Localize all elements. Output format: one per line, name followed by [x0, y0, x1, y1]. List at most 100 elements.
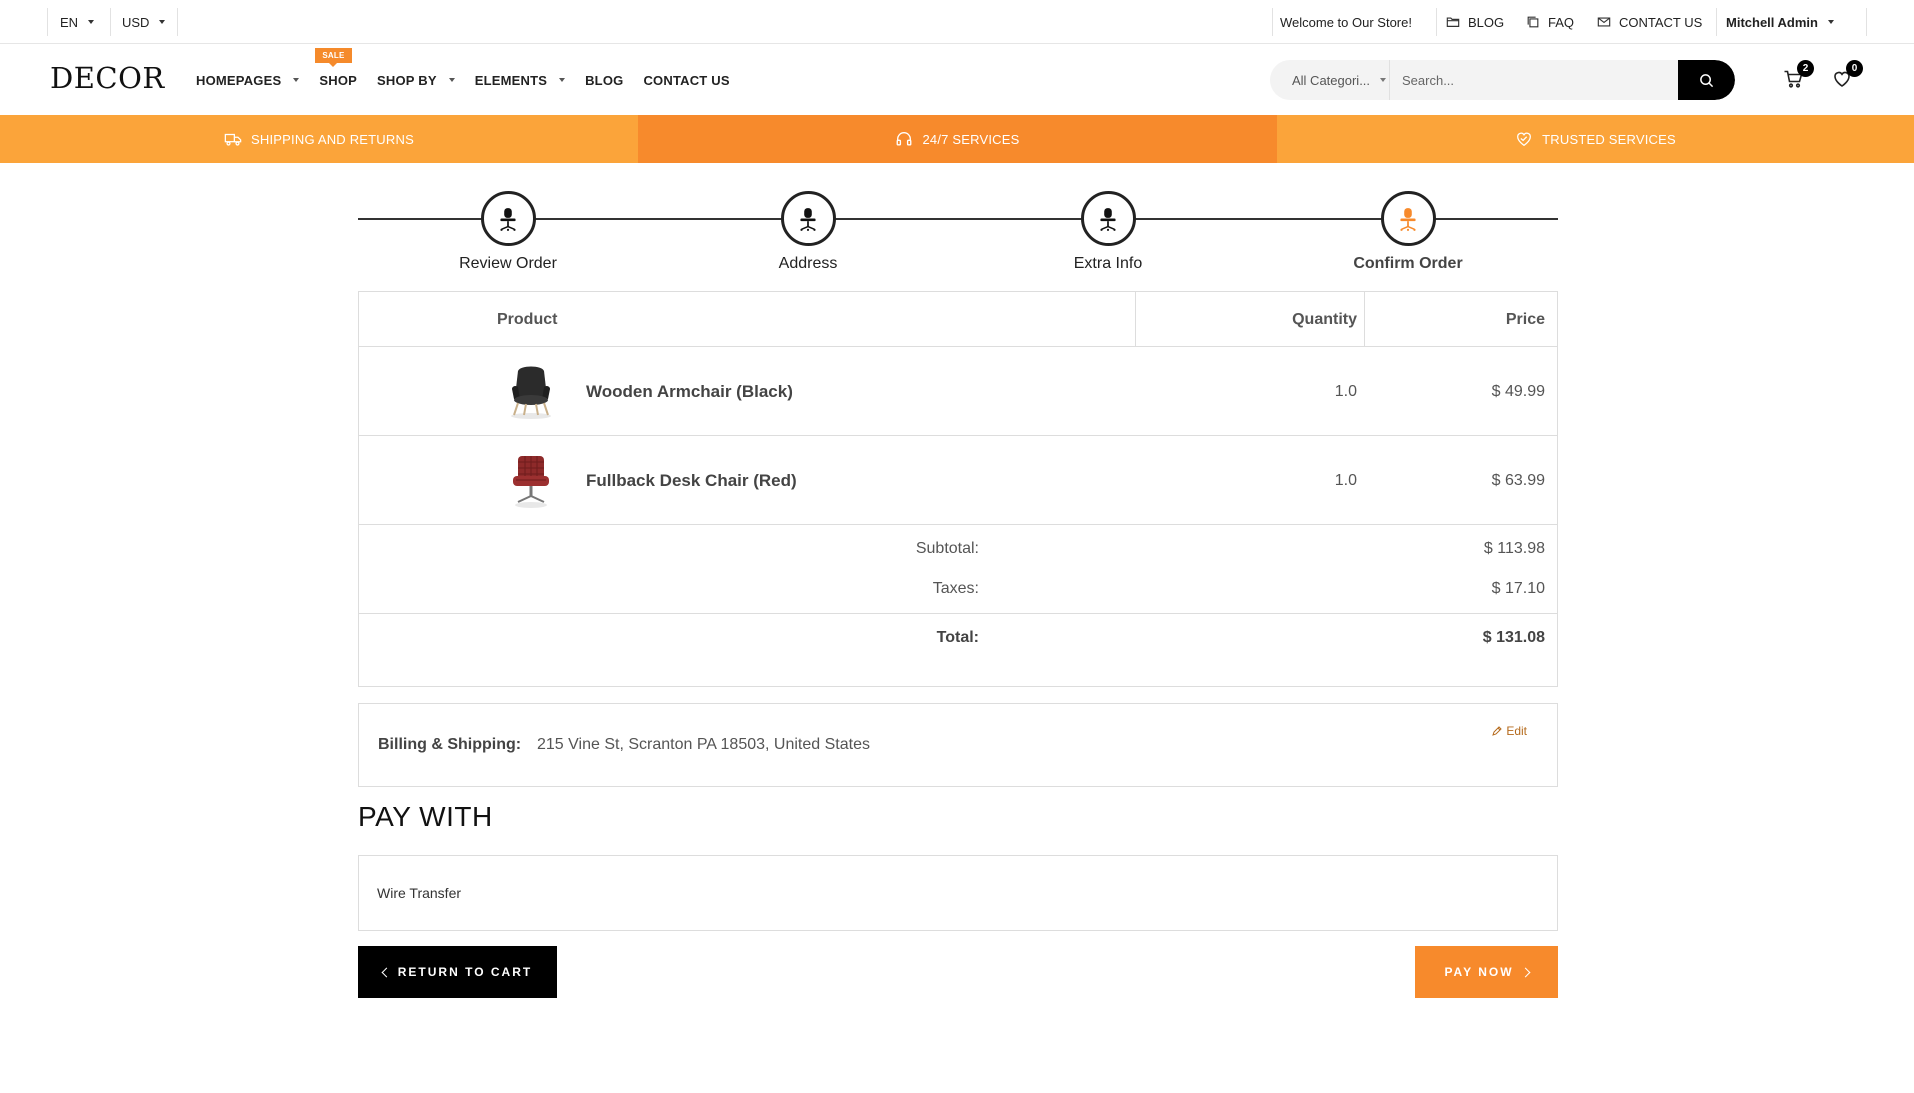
step-circle: [780, 191, 836, 246]
search-bar: All Categori...: [1270, 60, 1735, 100]
search-icon: [1700, 73, 1714, 87]
site-logo[interactable]: DECOR: [50, 61, 165, 95]
sale-badge: SALE: [315, 47, 352, 67]
nav-label: CONTACT US: [643, 72, 730, 88]
pencil-icon: [1492, 726, 1503, 736]
office-chair-icon: [800, 207, 816, 231]
nav-homepages[interactable]: HOMEPAGES: [196, 72, 300, 88]
separator: [1716, 8, 1717, 36]
chevron-left-icon: [381, 967, 392, 977]
promo-services-label: 24/7 SERVICES: [922, 131, 1020, 147]
pay-now-button[interactable]: PAY NOW: [1415, 946, 1558, 998]
nav-label: SHOP BY: [377, 72, 437, 88]
promo-services: 24/7 SERVICES: [638, 115, 1277, 163]
product-name[interactable]: Fullback Desk Chair (Red): [586, 436, 797, 525]
checkout-stepper: Review Order Address Extra Info Confirm …: [358, 188, 1558, 273]
black-armchair-image[interactable]: [504, 363, 558, 421]
edit-address-link[interactable]: Edit: [1491, 724, 1527, 738]
column-divider: [1364, 292, 1365, 347]
chevron-down-icon: [159, 20, 166, 24]
step-label: Confirm Order: [1353, 255, 1463, 272]
chevron-down-icon: [448, 78, 455, 82]
promo-shipping-label: SHIPPING AND RETURNS: [251, 131, 414, 147]
language-label: EN: [60, 14, 79, 30]
total-row: Total: $ 131.08: [359, 613, 1557, 665]
cart-count-badge: 2: [1797, 60, 1814, 77]
product-name[interactable]: Wooden Armchair (Black): [586, 347, 793, 436]
return-to-cart-button[interactable]: RETURN TO CART: [358, 946, 557, 998]
column-header-quantity: Quantity: [1292, 310, 1357, 328]
column-header-price: Price: [1505, 310, 1545, 328]
truck-icon: [224, 133, 242, 146]
column-header-product: Product: [497, 310, 558, 328]
headphones-icon: [897, 132, 912, 146]
nav-contact-us[interactable]: CONTACT US: [643, 73, 729, 88]
faq-link[interactable]: FAQ: [1526, 0, 1574, 44]
nav-label: SHOP: [319, 72, 358, 88]
product-quantity: 1.0: [1334, 471, 1357, 489]
currency-selector[interactable]: USD: [122, 0, 166, 44]
chevron-down-icon: [88, 20, 95, 24]
folder-icon: [1446, 15, 1460, 29]
billing-address: 215 Vine St, Scranton PA 18503, United S…: [537, 736, 870, 753]
category-label: All Categori...: [1292, 72, 1371, 88]
chevron-right-icon: [1520, 967, 1531, 977]
product-price: $ 63.99: [1491, 471, 1545, 489]
product-price: $ 49.99: [1491, 382, 1545, 400]
total-value: $ 131.08: [1482, 629, 1545, 646]
step-circle: [1380, 191, 1436, 246]
step-label: Address: [778, 255, 838, 272]
contact-link-label: CONTACT US: [1619, 14, 1703, 30]
copy-icon: [1526, 15, 1540, 29]
faq-link-label: FAQ: [1548, 14, 1575, 30]
payment-method-label: Wire Transfer: [377, 885, 462, 901]
wishlist-button[interactable]: 0: [1832, 60, 1863, 91]
taxes-row: Taxes: $ 17.10: [359, 565, 1557, 613]
contact-link[interactable]: CONTACT US: [1597, 0, 1702, 44]
user-menu[interactable]: Mitchell Admin: [1726, 0, 1834, 44]
blog-link[interactable]: BLOG: [1446, 0, 1504, 44]
separator: [1272, 8, 1273, 36]
step-circle: [480, 191, 536, 246]
chevron-down-icon: [559, 78, 566, 82]
step-confirm-order[interactable]: Confirm Order: [1308, 188, 1508, 273]
cart-button[interactable]: 2: [1783, 60, 1814, 91]
chevron-down-icon: [293, 78, 300, 82]
table-row: Wooden Armchair (Black) 1.0 $ 49.99: [359, 347, 1557, 436]
step-label: Extra Info: [1073, 255, 1143, 272]
nav-label: BLOG: [585, 72, 624, 88]
user-name: Mitchell Admin: [1726, 14, 1818, 30]
pay-with-heading: PAY WITH: [358, 801, 493, 832]
product-quantity: 1.0: [1334, 382, 1357, 400]
total-label: Total:: [936, 629, 979, 646]
search-input[interactable]: [1390, 60, 1678, 100]
order-summary-table: Product Quantity Price Wooden Armchair (…: [358, 291, 1558, 687]
separator: [47, 8, 48, 36]
language-selector[interactable]: EN: [60, 0, 95, 44]
logo-text: DECOR: [50, 61, 165, 95]
step-address[interactable]: Address: [708, 188, 908, 273]
promo-trusted-label: TRUSTED SERVICES: [1542, 131, 1676, 147]
nav-shop[interactable]: SALE SHOP: [315, 47, 358, 88]
column-divider: [1135, 292, 1136, 347]
blog-link-label: BLOG: [1468, 14, 1505, 30]
search-button[interactable]: [1678, 60, 1735, 100]
nav-label: HOMEPAGES: [196, 72, 282, 88]
promo-shipping: SHIPPING AND RETURNS: [0, 115, 638, 163]
step-review-order[interactable]: Review Order: [408, 188, 608, 273]
step-extra-info[interactable]: Extra Info: [1008, 188, 1208, 273]
separator: [110, 8, 111, 36]
category-select[interactable]: All Categori...: [1270, 60, 1390, 100]
office-chair-icon: [1400, 207, 1416, 231]
red-desk-chair-image[interactable]: [504, 452, 558, 510]
nav-elements[interactable]: ELEMENTS: [475, 73, 566, 88]
table-header: Product Quantity Price: [359, 292, 1557, 347]
taxes-label: Taxes:: [932, 580, 979, 597]
promo-strip: SHIPPING AND RETURNS 24/7 SERVICES TRUST…: [0, 115, 1914, 163]
main-header: DECOR HOMEPAGES SALE SHOP SHOP BY ELEMEN…: [0, 45, 1914, 115]
nav-shop-by[interactable]: SHOP BY: [377, 73, 455, 88]
table-row: Fullback Desk Chair (Red) 1.0 $ 63.99: [359, 436, 1557, 525]
nav-blog[interactable]: BLOG: [585, 73, 623, 88]
payment-method-box[interactable]: Wire Transfer: [358, 855, 1558, 931]
separator: [1866, 8, 1867, 36]
